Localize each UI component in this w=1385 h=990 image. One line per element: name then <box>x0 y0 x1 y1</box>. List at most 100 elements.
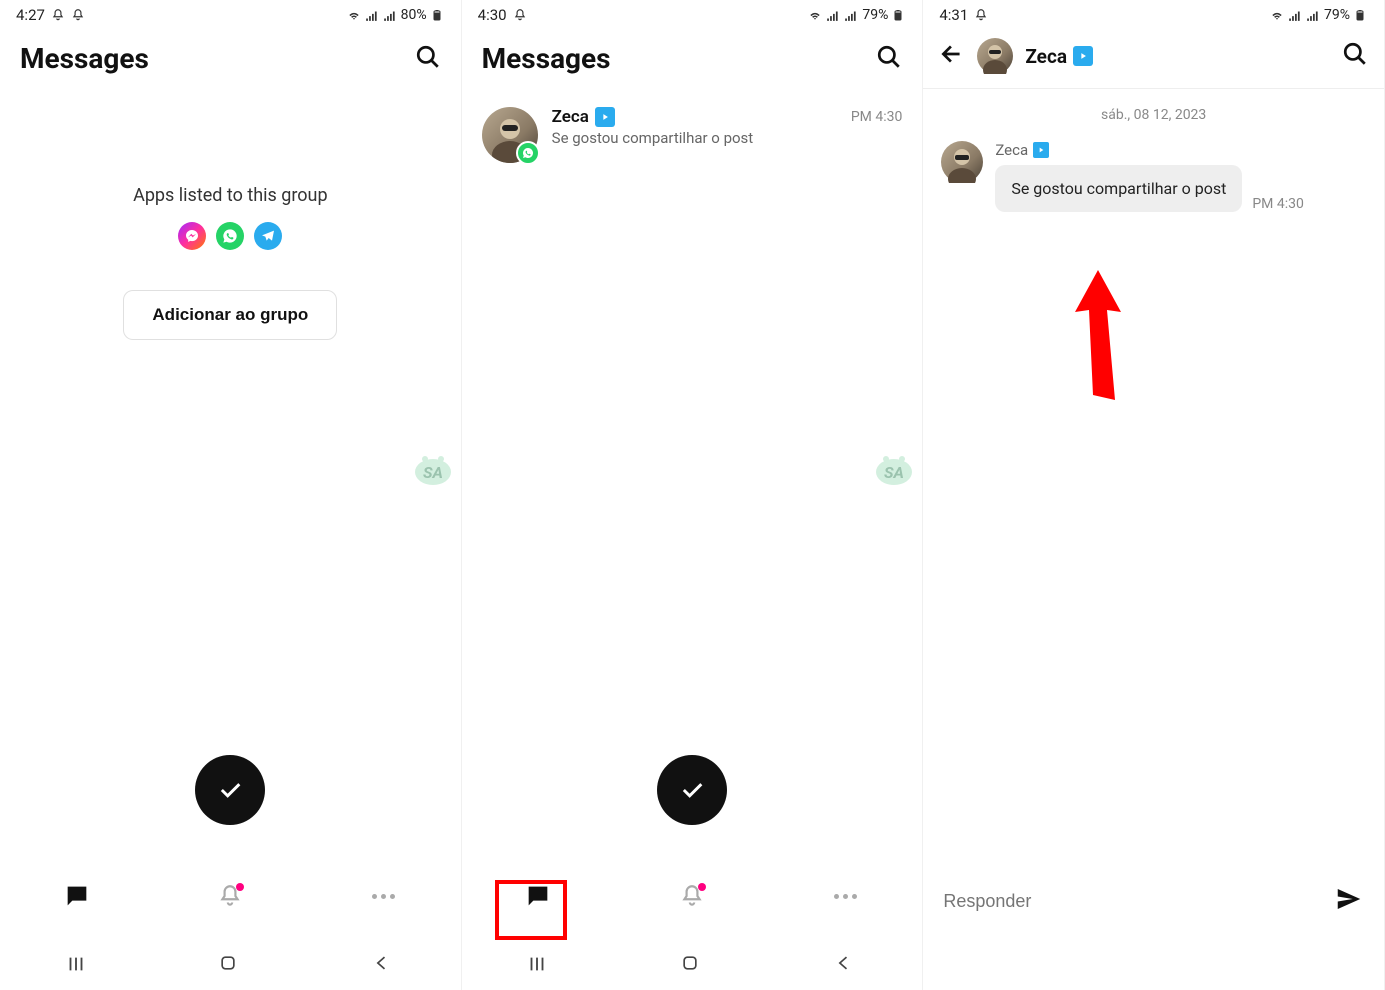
search-button[interactable] <box>415 44 441 74</box>
wifi-icon <box>347 8 361 22</box>
wifi-icon <box>808 8 822 22</box>
chat-time: PM 4:30 <box>851 109 903 125</box>
chat-list-item[interactable]: Zeca PM 4:30 Se gostou compartilhar o po… <box>462 95 923 175</box>
sys-recents[interactable] <box>65 953 89 977</box>
avatar[interactable] <box>941 141 983 183</box>
screen-conversation: 4:31 79% Zeca sáb., 08 12, 2023 <box>923 0 1385 990</box>
play-badge-icon <box>595 107 615 127</box>
bottom-nav <box>462 862 923 930</box>
add-to-group-button[interactable]: Adicionar ao grupo <box>123 290 337 340</box>
nav-more[interactable] <box>828 878 864 914</box>
status-bar: 4:31 79% <box>923 0 1384 30</box>
reply-input[interactable] <box>943 891 1334 912</box>
signal-icon <box>1288 8 1302 22</box>
search-icon <box>415 44 441 70</box>
date-divider: sáb., 08 12, 2023 <box>923 89 1384 141</box>
nav-more[interactable] <box>366 878 402 914</box>
send-button[interactable] <box>1334 884 1364 918</box>
svg-text:SA: SA <box>423 463 443 482</box>
arrow-left-icon <box>939 41 965 67</box>
app-header: Messages <box>462 30 923 95</box>
battery-percent: 80% <box>401 7 427 23</box>
screen-messages-list: 4:30 79% Messages Zeca <box>462 0 924 990</box>
back-button[interactable] <box>939 41 965 71</box>
signal-icon <box>365 8 379 22</box>
chat-name: Zeca <box>552 107 615 127</box>
fab-confirm[interactable] <box>195 755 265 825</box>
notification-icon <box>51 8 65 22</box>
annotation-arrow <box>1063 270 1133 404</box>
whatsapp-icon <box>216 222 244 250</box>
messenger-icon <box>178 222 206 250</box>
search-icon <box>876 44 902 70</box>
sys-recents[interactable] <box>526 953 550 977</box>
notification-dot <box>698 883 706 891</box>
search-button[interactable] <box>1342 41 1368 71</box>
sys-back[interactable] <box>372 953 396 977</box>
chat-avatar-wrap <box>482 107 538 163</box>
sys-home[interactable] <box>218 953 242 977</box>
play-badge-icon <box>1033 142 1049 158</box>
message-sender: Zeca <box>995 141 1366 159</box>
status-bar: 4:27 80% <box>0 0 461 30</box>
chat-preview: Se gostou compartilhar o post <box>552 129 903 147</box>
signal-icon-2 <box>1306 8 1320 22</box>
notification-icon <box>513 8 527 22</box>
battery-icon <box>892 8 906 22</box>
compose-bar <box>923 872 1384 930</box>
nav-messages[interactable] <box>520 878 556 914</box>
check-icon <box>216 776 244 804</box>
message-block: Zeca Se gostou compartilhar o post PM 4:… <box>923 141 1384 212</box>
signal-icon-2 <box>844 8 858 22</box>
status-bar: 4:30 79% <box>462 0 923 30</box>
battery-percent: 79% <box>862 7 888 23</box>
check-icon <box>678 776 706 804</box>
system-nav-bar <box>923 940 1384 990</box>
whatsapp-badge-icon <box>516 141 540 165</box>
system-nav-bar <box>0 940 461 990</box>
search-button[interactable] <box>876 44 902 74</box>
status-time: 4:27 <box>16 6 45 24</box>
sys-back[interactable] <box>834 953 858 977</box>
empty-state: Apps listed to this group Adicionar ao g… <box>0 95 461 340</box>
sys-home[interactable] <box>680 953 704 977</box>
battery-percent: 79% <box>1324 7 1350 23</box>
status-time: 4:30 <box>478 6 507 24</box>
nav-messages[interactable] <box>59 878 95 914</box>
more-icon <box>372 894 395 899</box>
signal-icon <box>826 8 840 22</box>
more-icon <box>834 894 857 899</box>
message-bubble[interactable]: Se gostou compartilhar o post <box>995 165 1242 212</box>
app-header: Messages <box>0 30 461 95</box>
apps-listed-label: Apps listed to this group <box>133 185 328 206</box>
app-icon-row <box>178 222 282 250</box>
fab-confirm[interactable] <box>657 755 727 825</box>
play-badge-icon <box>1073 46 1093 66</box>
telegram-icon <box>254 222 282 250</box>
avatar[interactable] <box>977 38 1013 74</box>
message-icon <box>524 882 552 910</box>
signal-icon-2 <box>383 8 397 22</box>
wifi-icon <box>1270 8 1284 22</box>
svg-text:SA: SA <box>884 463 904 482</box>
system-nav-bar <box>462 940 923 990</box>
battery-icon <box>431 8 445 22</box>
watermark: SA <box>874 450 914 486</box>
notification-icon <box>974 8 988 22</box>
search-icon <box>1342 41 1368 67</box>
page-title: Messages <box>482 42 611 75</box>
send-icon <box>1334 884 1364 914</box>
status-time: 4:31 <box>939 6 968 24</box>
conversation-name[interactable]: Zeca <box>1025 45 1330 68</box>
page-title: Messages <box>20 42 149 75</box>
battery-icon <box>1354 8 1368 22</box>
bottom-nav <box>0 862 461 930</box>
notification-icon-2 <box>71 8 85 22</box>
message-time: PM 4:30 <box>1252 196 1304 212</box>
screen-messages-empty: 4:27 80% Messages Apps listed to this gr… <box>0 0 462 990</box>
conversation-header: Zeca <box>923 30 1384 89</box>
nav-notifications[interactable] <box>212 878 248 914</box>
nav-notifications[interactable] <box>674 878 710 914</box>
message-icon <box>63 882 91 910</box>
watermark: SA <box>413 450 453 486</box>
